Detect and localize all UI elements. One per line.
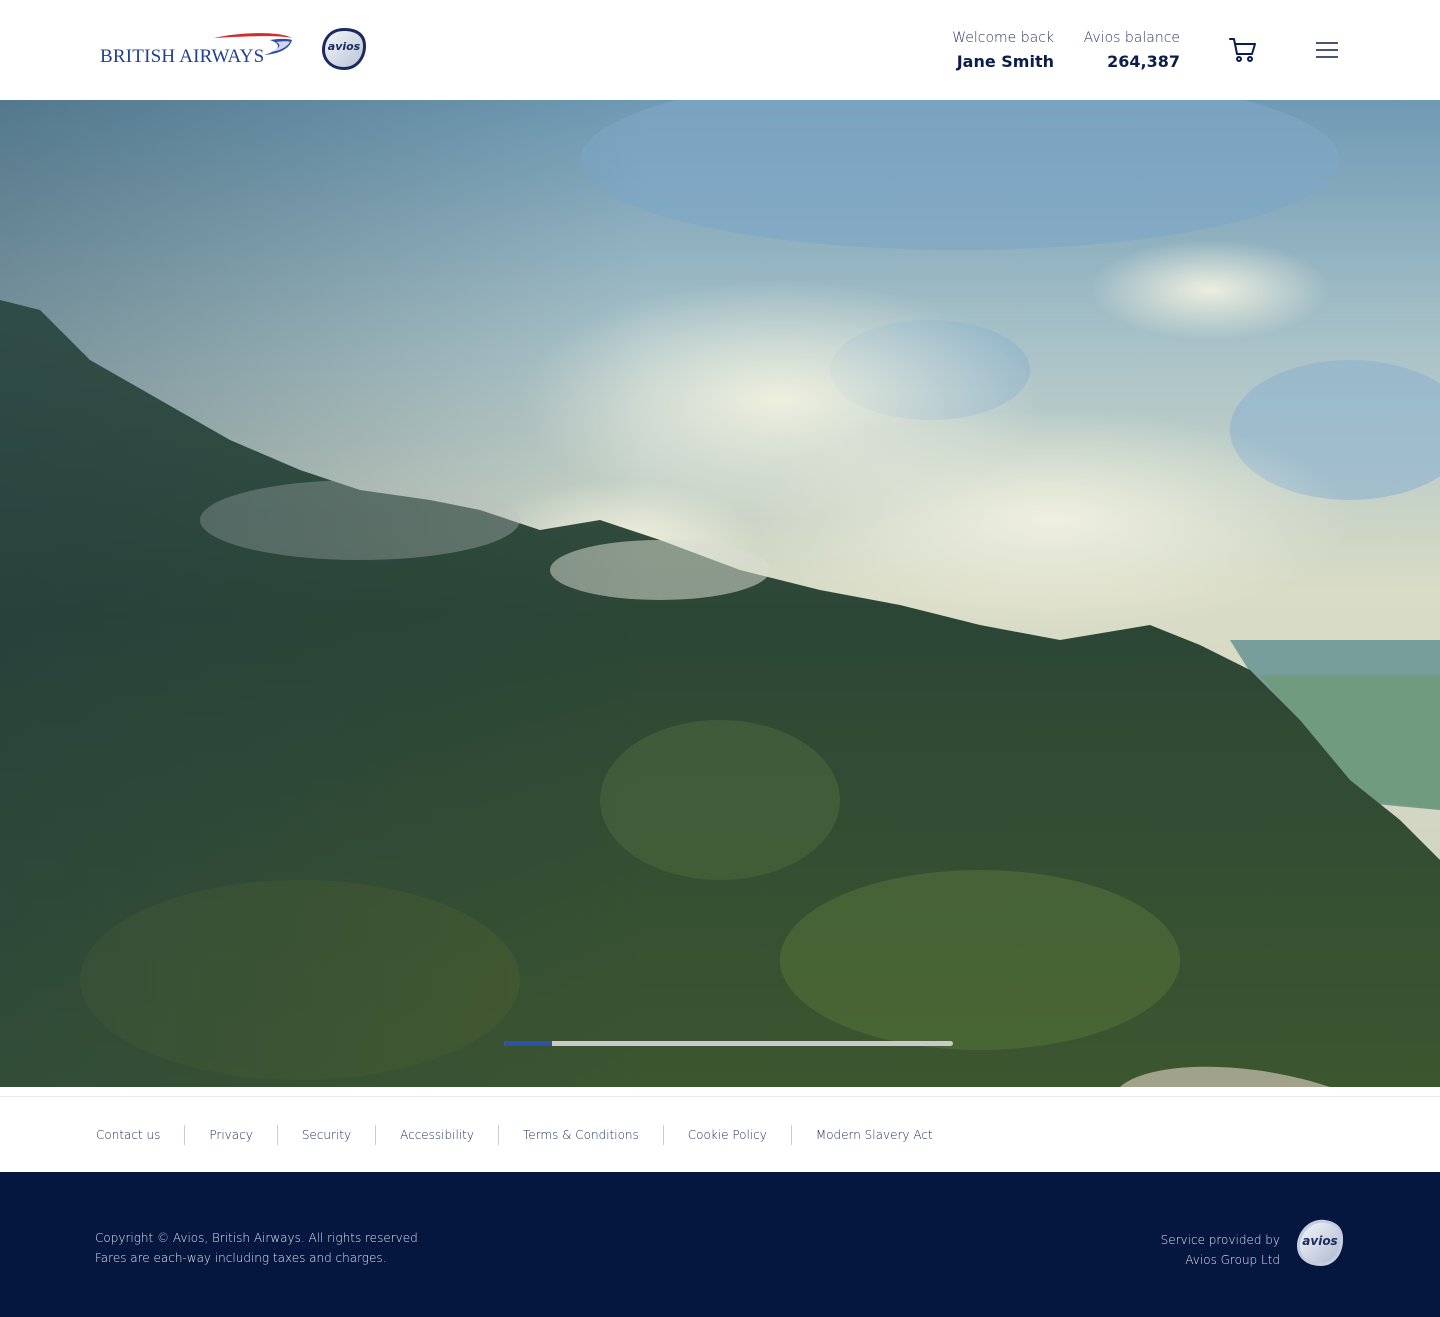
slide-progress-bar	[504, 1041, 953, 1046]
slide-progress-fill	[504, 1041, 553, 1046]
footer-bottom-bar: Copyright © Avios, British Airways. All …	[0, 1172, 1440, 1317]
footer-link-divider	[662, 1125, 664, 1145]
footer-link-terms-conditions[interactable]: Terms & Conditions	[523, 1128, 639, 1142]
copyright-block: Copyright © Avios, British Airways. All …	[95, 1228, 418, 1268]
copyright-text: Copyright © Avios, British Airways. All …	[95, 1231, 418, 1245]
avios-balance-label: Avios balance	[1083, 30, 1180, 46]
welcome-label: Welcome back	[952, 30, 1054, 46]
footer-link-divider	[375, 1125, 377, 1145]
footer-links: Contact us Privacy Security Accessibility Te…	[0, 1096, 1440, 1172]
hamburger-menu-icon	[1316, 42, 1338, 58]
hero-image	[0, 100, 1440, 1087]
footer-link-security[interactable]: Security	[302, 1128, 351, 1142]
footer-link-divider	[184, 1125, 186, 1145]
footer-link-cookie-policy[interactable]: Cookie Policy	[688, 1128, 767, 1142]
avios-logo-text: avios	[327, 40, 361, 53]
avios-balance-value: 264,387	[1107, 52, 1180, 71]
footer-links-row: Contact us Privacy Security Accessibility Te…	[96, 1125, 933, 1145]
welcome-block: Welcome back Jane Smith	[952, 29, 1054, 74]
service-line-2: Avios Group Ltd	[1185, 1253, 1280, 1267]
avios-footer-logo[interactable]: avios	[1295, 1218, 1345, 1268]
service-line-1: Service provided by	[1160, 1233, 1280, 1247]
footer-link-divider	[790, 1125, 792, 1145]
user-name[interactable]: Jane Smith	[952, 50, 1054, 74]
service-provider-block: Service provided by Avios Group Ltd	[1161, 1230, 1280, 1270]
british-airways-logo[interactable]: BRITISH AIRWAYS	[98, 30, 298, 70]
footer-link-divider	[497, 1125, 499, 1145]
cart-button[interactable]	[1228, 36, 1258, 64]
footer-link-privacy[interactable]: Privacy	[209, 1128, 252, 1142]
footer-link-accessibility[interactable]: Accessibility	[400, 1128, 474, 1142]
cart-icon	[1229, 38, 1256, 62]
footer-link-contact-us[interactable]: Contact us	[96, 1128, 160, 1142]
avios-balance-block: Avios balance 264,387	[1084, 29, 1180, 74]
site-header: BRITISH AIRWAYS avios Welcome back Jane …	[0, 0, 1440, 100]
footer-link-modern-slavery-act[interactable]: Modern Slavery Act	[816, 1128, 933, 1142]
fares-note: Fares are each-way including taxes and c…	[95, 1251, 387, 1265]
menu-button[interactable]	[1314, 40, 1340, 60]
avios-logo[interactable]: avios	[320, 26, 368, 72]
hero-landscape-illustration	[0, 100, 1440, 1087]
footer-link-divider	[276, 1125, 278, 1145]
speedmarque-icon	[214, 33, 292, 55]
avios-footer-logo-text: avios	[1302, 1234, 1338, 1248]
